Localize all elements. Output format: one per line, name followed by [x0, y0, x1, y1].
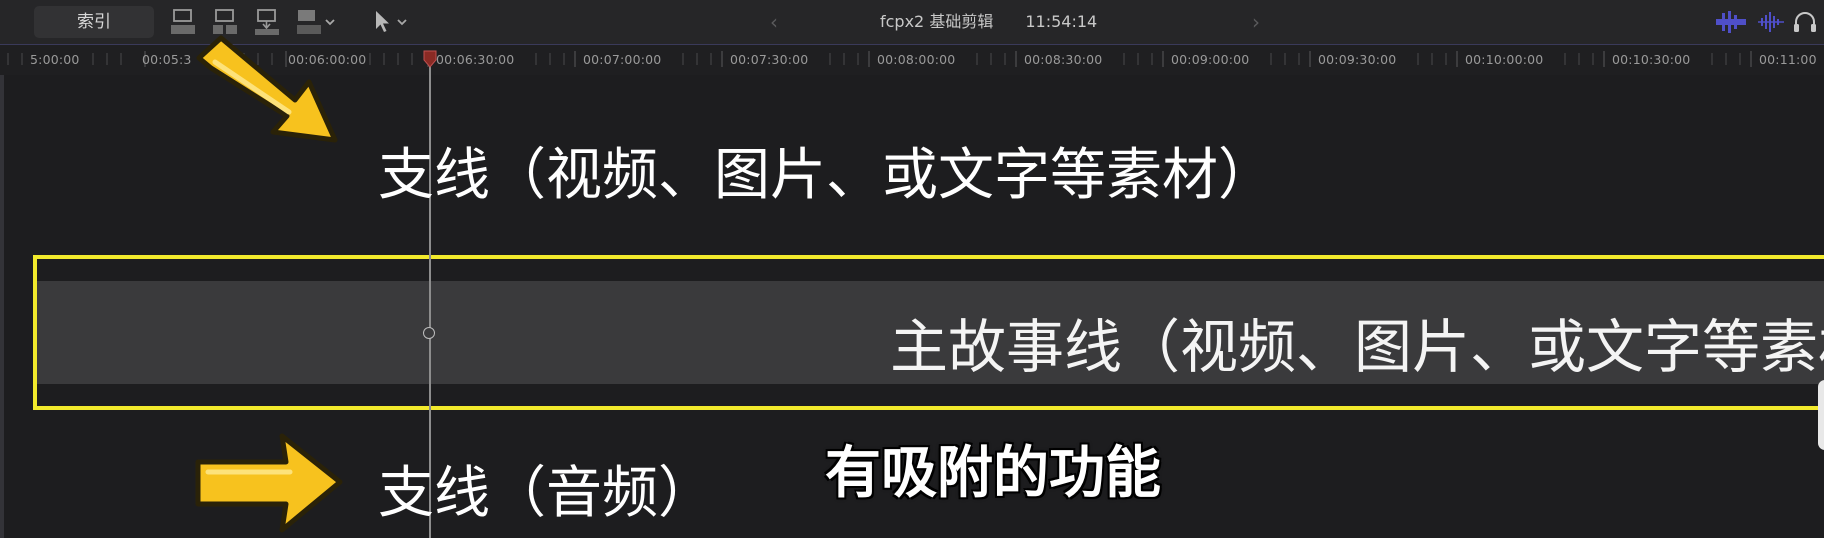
ruler-label: 00:06:30:00 — [436, 52, 515, 67]
window-edge — [0, 0, 4, 538]
ruler-label: 00:08:00:00 — [877, 52, 956, 67]
index-button[interactable]: 索引 — [34, 6, 154, 38]
ruler-label: 00:09:30:00 — [1318, 52, 1397, 67]
snapping-caption: 有吸附的功能 — [825, 441, 1161, 506]
ruler-label: 00:08:30:00 — [1024, 52, 1103, 67]
ruler-label: 00:07:00:00 — [583, 52, 662, 67]
audio-waveform-icon[interactable] — [1756, 9, 1786, 35]
vertical-scrollbar[interactable] — [1818, 380, 1824, 450]
connected-video-caption: 支线（视频、图片、或文字等素材） — [378, 143, 1274, 208]
audio-meter-icon[interactable] — [1714, 9, 1748, 35]
ruler-label: 5:00:00 — [30, 52, 80, 67]
connected-audio-caption: 支线（音频） — [378, 461, 714, 526]
ruler-label: 00:10:30:00 — [1612, 52, 1691, 67]
primary-storyline-caption: 主故事线（视频、图片、或文字等素材 — [890, 313, 1824, 381]
arrow-down-right-icon — [196, 35, 338, 143]
project-name: fcpx2 基础剪辑 — [880, 12, 994, 31]
ruler-label: 00:07:30:00 — [730, 52, 809, 67]
back-chevron-icon[interactable]: ‹ — [770, 0, 778, 44]
playhead-marker — [423, 327, 435, 339]
select-tool-icon[interactable] — [370, 7, 414, 37]
ruler-label: 00:11:00 — [1759, 52, 1817, 67]
headphones-icon[interactable] — [1792, 9, 1818, 35]
arrow-right-icon — [195, 433, 343, 533]
playhead-handle-icon[interactable] — [423, 50, 437, 68]
ruler-label: 00:10:00:00 — [1465, 52, 1544, 67]
forward-chevron-icon[interactable]: › — [1252, 0, 1260, 44]
ruler-label: 00:09:00:00 — [1171, 52, 1250, 67]
project-title: fcpx2 基础剪辑 11:54:14 — [880, 0, 1097, 44]
timecode-display: 11:54:14 — [1025, 12, 1098, 31]
